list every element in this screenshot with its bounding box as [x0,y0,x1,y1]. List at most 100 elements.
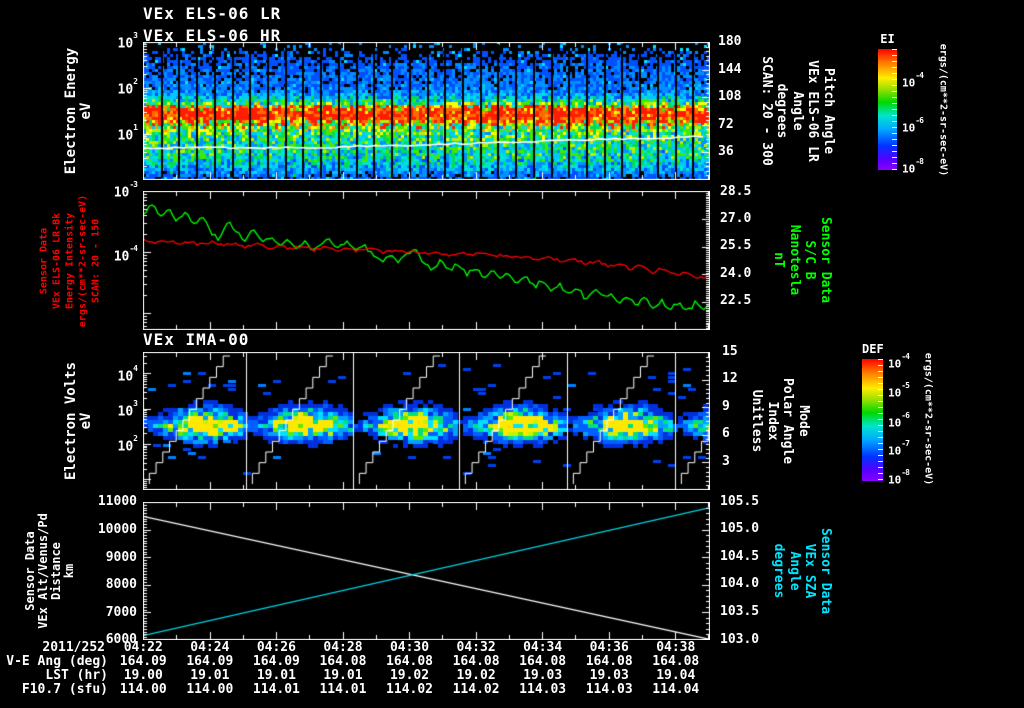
ve-ang-value: 164.08 [319,654,367,669]
time-label: 04:22 [123,640,163,655]
time-label: 04:30 [389,640,430,655]
time-label: 04:38 [656,640,696,655]
ve-ang-value: 164.08 [386,654,434,669]
def-cbar-tick: 10-4 [888,352,910,371]
f107-value: 114.00 [186,682,234,697]
panel3-title: VEx IMA-00 [143,330,250,349]
row-label-ve-ang: V-E Ang (deg) [6,654,108,669]
panel4-right-tick: 103.5 [720,604,760,619]
panel4-left-tick: 8000 [105,577,137,592]
ve-ang-values: 164.09 164.09 164.09 164.08 164.08 164.08 164.… [110,655,709,669]
lst-value: 19.01 [323,668,363,683]
panel3-right-tick: 9 [722,399,730,414]
f107-value: 114.01 [252,682,300,697]
lst-value: 19.03 [523,668,563,683]
lst-value: 19.01 [190,668,230,683]
f107-value: 114.03 [519,682,567,697]
time-label: 04:32 [456,640,496,655]
lst-value: 19.00 [123,668,163,683]
panel4-left-tick: 10000 [97,522,137,537]
panel1-ytick: 101 [117,123,138,144]
ve-ang-value: 164.09 [186,654,234,669]
panel1-right-tick: 72 [718,117,734,132]
panel2-left-tick: 10-4 [113,244,138,265]
panel4-left-tick: 9000 [105,550,137,565]
ei-colorbar [878,49,897,170]
panel1-right-tick: 144 [718,62,742,77]
ei-cbar-tick: 10-4 [902,71,924,90]
panel1-title-lr: VEx ELS-06 LR [143,4,282,23]
panel4-right-tick: 104.0 [720,576,760,591]
ei-cbar-tick: 10-6 [902,116,924,135]
panel1-right-tick: 108 [718,89,742,104]
ve-ang-value: 164.09 [252,654,300,669]
ve-ang-value: 164.08 [652,654,700,669]
def-cbar-tick: 10-7 [888,439,910,458]
def-colorbar-units: ergs/(cm**2-sr-sec-eV) [922,352,934,486]
panel4-right-tick: 104.5 [720,549,760,564]
panel3-right-tick: 12 [722,371,738,386]
panel1-right-axis-label: Pitch Angle VEx ELS-06 LR Angle degrees SC… [758,56,836,166]
ve-ang-value: 164.08 [519,654,567,669]
panel3-ytick: 104 [117,364,138,385]
f107-value: 114.00 [119,682,167,697]
panel2-left-axis-label: Sensor Data VEx ELS-06 LR-Bk Energy Inten… [38,194,102,328]
panel1-right-tick: 36 [718,144,734,159]
lst-value: 19.01 [256,668,296,683]
ve-ang-value: 164.08 [585,654,633,669]
panel4-left-tick: 7000 [105,605,137,620]
alt-sza-canvas [143,502,710,640]
ima-spectrogram-canvas [143,352,710,490]
ei-cbar-tick: 10-8 [902,157,924,176]
panel3-left-axis-label: Electron Volts eV [63,361,94,481]
panel3-right-tick: 3 [722,454,730,469]
time-label: 04:28 [323,640,363,655]
panel1-ytick: 102 [117,77,138,98]
panel4-right-tick: 105.0 [720,521,760,536]
panel2-left-tick: 10-3 [113,180,138,201]
panel2-right-tick: 24.0 [720,266,752,281]
panel4-right-tick: 105.5 [720,494,760,509]
panel1-ytick: 103 [117,31,138,52]
vex-summary-plot: VEx ELS-06 LR VEx ELS-06 HR VEx IMA-00 1… [0,0,1024,708]
lst-value: 19.04 [656,668,696,683]
ve-ang-value: 164.09 [119,654,167,669]
lst-value: 19.02 [456,668,496,683]
panel3-right-tick: 6 [722,426,730,441]
ei-colorbar-units: ergs/(cm**2-sr-sec-eV) [937,43,949,177]
panel1-title-hr: VEx ELS-06 HR [143,26,282,45]
def-colorbar-title: DEF [862,342,884,356]
f107-value: 114.02 [452,682,500,697]
panel4-right-axis-label: Sensor Data VEx SZA Angle degrees [771,527,834,615]
lst-value: 19.02 [389,668,430,683]
panel3-right-axis-label: Mode Polar Angle Index Unitless [749,377,812,465]
f107-values: 114.00 114.00 114.01 114.01 114.02 114.02 114.… [110,683,709,697]
time-label: 04:24 [190,640,230,655]
ei-colorbar-title: EI [880,32,895,46]
def-cbar-tick: 10-8 [888,468,910,487]
row-label-lst: LST (hr) [45,668,108,683]
ve-ang-value: 164.08 [452,654,500,669]
panel3-right-tick: 15 [722,344,738,359]
panel3-ytick: 102 [117,434,138,455]
panel2-right-tick: 25.5 [720,238,752,253]
f107-value: 114.03 [585,682,633,697]
f107-value: 114.04 [652,682,700,697]
row-label-f107: F10.7 (sfu) [21,682,108,697]
def-colorbar-ticks [878,359,883,481]
f107-value: 114.01 [319,682,367,697]
def-colorbar [862,359,883,481]
panel4-right-tick: 103.0 [720,632,760,647]
f107-value: 114.02 [386,682,434,697]
time-label: 04:34 [523,640,563,655]
panel1-left-axis-label: Electron Energy eV [63,47,94,175]
panel4-left-tick: 11000 [97,494,137,509]
panel1-right-tick: 180 [718,34,742,49]
panel2-right-tick: 22.5 [720,293,752,308]
panel4-left-axis-label: Sensor Data VEx Alt/Venus/Pd Distance km [23,513,76,629]
def-cbar-tick: 10-5 [888,381,910,400]
panel2-right-tick: 27.0 [720,211,752,226]
lst-value: 19.03 [589,668,629,683]
time-axis-labels: 04:22 04:24 04:26 04:28 04:30 04:32 04:34 04:36… [110,641,709,655]
els-spectrogram-canvas [143,42,710,180]
